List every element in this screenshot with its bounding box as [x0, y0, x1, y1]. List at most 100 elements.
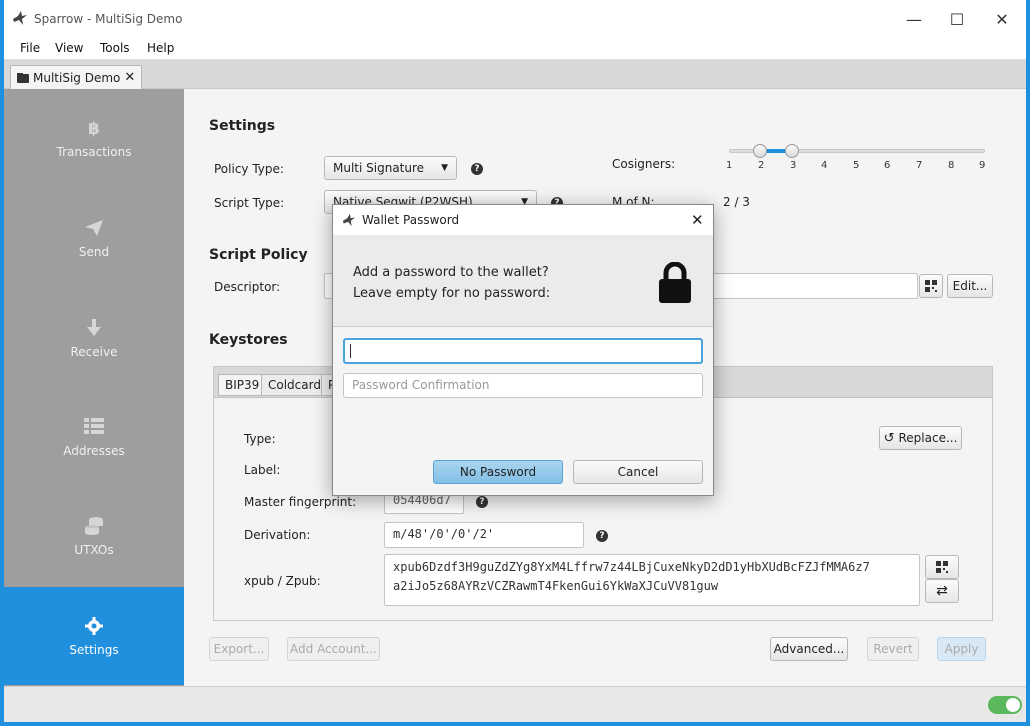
- coins-icon: [85, 517, 103, 535]
- slider-tick: 7: [916, 160, 923, 171]
- send-icon: [85, 220, 103, 236]
- sidebar-item-label: Receive: [70, 345, 118, 359]
- sidebar-item-utxos[interactable]: UTXOs: [4, 487, 184, 585]
- sidebar-item-label: Transactions: [56, 145, 132, 159]
- sparrow-logo-icon: [342, 213, 356, 227]
- xpub-label: xpub / Zpub:: [244, 574, 321, 588]
- replace-button[interactable]: ↺ Replace...: [879, 426, 962, 450]
- advanced-button[interactable]: Advanced...: [770, 637, 848, 661]
- lock-icon: [659, 262, 691, 303]
- export-button[interactable]: Export...: [209, 637, 269, 661]
- minimize-icon[interactable]: —: [904, 10, 924, 29]
- menu-help[interactable]: Help: [147, 41, 174, 55]
- password-input[interactable]: [343, 338, 703, 364]
- xpub-swap-button[interactable]: ⇄: [925, 579, 959, 603]
- undo-icon: ↺: [883, 430, 895, 446]
- edit-descriptor-button[interactable]: Edit...: [947, 274, 993, 298]
- password-confirmation-input[interactable]: Password Confirmation: [343, 373, 703, 398]
- sparrow-logo-icon: [13, 11, 27, 25]
- dialog-title: Wallet Password: [362, 213, 460, 227]
- dialog-header: Add a password to the wallet? Leave empt…: [333, 235, 713, 327]
- sidebar-item-send[interactable]: Send: [4, 189, 184, 287]
- status-bar: [4, 686, 1026, 722]
- cancel-button[interactable]: Cancel: [573, 460, 703, 484]
- policy-type-value: Multi Signature: [333, 161, 425, 175]
- swap-icon: ⇄: [936, 583, 948, 599]
- wallet-tab[interactable]: MultiSig Demo ✕: [10, 65, 143, 89]
- close-tab-icon[interactable]: ✕: [124, 70, 135, 85]
- cosigners-slider[interactable]: 1 2 3 4 5 6 7 8 9: [726, 144, 988, 178]
- server-toggle[interactable]: [988, 696, 1022, 714]
- sidebar-item-receive[interactable]: Receive: [4, 289, 184, 387]
- menu-view[interactable]: View: [55, 41, 83, 55]
- script-policy-heading: Script Policy: [209, 247, 308, 263]
- wallet-tab-label: MultiSig Demo: [33, 70, 121, 85]
- maximize-icon[interactable]: ☐: [947, 10, 967, 29]
- settings-heading: Settings: [209, 118, 276, 134]
- sidebar-item-label: Addresses: [63, 444, 125, 458]
- gear-icon: [85, 617, 103, 635]
- document-tab-strip: MultiSig Demo ✕: [4, 60, 1026, 89]
- sidebar-item-label: Settings: [69, 643, 119, 657]
- slider-tick: 1: [726, 160, 733, 171]
- replace-button-label: Replace...: [898, 431, 958, 445]
- sidebar-item-label: Send: [78, 245, 110, 259]
- qr-code-icon: [925, 280, 937, 292]
- tab-bip39[interactable]: BIP39: [218, 374, 267, 396]
- m-of-n-value: 2 / 3: [723, 195, 750, 209]
- xpub-qr-button[interactable]: [925, 555, 959, 579]
- descriptor-label: Descriptor:: [214, 280, 281, 294]
- slider-tick: 3: [790, 160, 797, 171]
- slider-tick: 8: [948, 160, 955, 171]
- label-label: Label:: [244, 463, 281, 477]
- window-title: Sparrow - MultiSig Demo: [34, 12, 183, 26]
- dialog-prompt-line-1: Add a password to the wallet?: [353, 265, 549, 280]
- add-account-button[interactable]: Add Account...: [287, 637, 380, 661]
- close-window-icon[interactable]: ✕: [992, 10, 1012, 29]
- receive-icon: [87, 319, 101, 336]
- slider-tick: 6: [884, 160, 891, 171]
- chevron-down-icon: ▼: [441, 163, 448, 173]
- type-label: Type:: [244, 432, 276, 446]
- menu-tools[interactable]: Tools: [100, 41, 130, 55]
- sidebar: ฿ Transactions Send Receive Addresses UT…: [4, 89, 184, 686]
- sidebar-item-settings[interactable]: Settings: [4, 587, 184, 685]
- revert-button[interactable]: Revert: [867, 637, 919, 661]
- addresses-icon: [84, 418, 104, 434]
- policy-type-select[interactable]: Multi Signature ▼: [324, 156, 457, 180]
- bitcoin-icon: ฿: [88, 119, 100, 137]
- master-fingerprint-label: Master fingerprint:: [244, 495, 357, 509]
- xpub-field[interactable]: xpub6Dzdf3H9guZdZYg8YxM4Lffrw7z44LBjCuxe…: [384, 554, 920, 606]
- derivation-field[interactable]: m/48'/0'/0'/2': [384, 522, 584, 548]
- slider-low-thumb[interactable]: [753, 144, 767, 158]
- app-window: Sparrow - MultiSig Demo — ☐ ✕ File View …: [4, 0, 1026, 722]
- slider-high-thumb[interactable]: [785, 144, 799, 158]
- wallet-password-dialog: Wallet Password ✕ Add a password to the …: [332, 204, 714, 496]
- apply-button[interactable]: Apply: [937, 637, 986, 661]
- menu-file[interactable]: File: [20, 41, 40, 55]
- keystores-heading: Keystores: [209, 332, 288, 348]
- xpub-line-1: xpub6Dzdf3H9guZdZYg8YxM4Lffrw7z44LBjCuxe…: [393, 560, 870, 574]
- slider-tick: 5: [853, 160, 860, 171]
- sidebar-item-transactions[interactable]: ฿ Transactions: [4, 89, 184, 187]
- dialog-prompt-line-2: Leave empty for no password:: [353, 286, 551, 301]
- help-icon[interactable]: ?: [471, 163, 483, 175]
- script-type-label: Script Type:: [214, 196, 285, 210]
- slider-ticks: 1 2 3 4 5 6 7 8 9: [726, 160, 988, 176]
- derivation-label: Derivation:: [244, 528, 311, 542]
- policy-type-label: Policy Type:: [214, 162, 284, 176]
- sidebar-item-addresses[interactable]: Addresses: [4, 388, 184, 486]
- password-confirmation-placeholder: Password Confirmation: [352, 378, 490, 392]
- help-icon[interactable]: ?: [476, 496, 488, 508]
- dialog-title-bar: Wallet Password ✕: [333, 205, 713, 235]
- text-cursor: [350, 344, 351, 358]
- xpub-line-2: a2iJo5z68AYRzVCZRawmT4FkenGui6YkWaXJCuVV…: [393, 579, 719, 593]
- slider-tick: 2: [758, 160, 765, 171]
- close-dialog-icon[interactable]: ✕: [691, 211, 704, 229]
- qr-code-button[interactable]: [919, 274, 943, 298]
- help-icon[interactable]: ?: [596, 530, 608, 542]
- sidebar-item-label: UTXOs: [74, 543, 114, 557]
- no-password-button[interactable]: No Password: [433, 460, 563, 484]
- tab-coldcard[interactable]: Coldcard: [261, 374, 328, 396]
- title-bar: Sparrow - MultiSig Demo — ☐ ✕: [4, 0, 1026, 38]
